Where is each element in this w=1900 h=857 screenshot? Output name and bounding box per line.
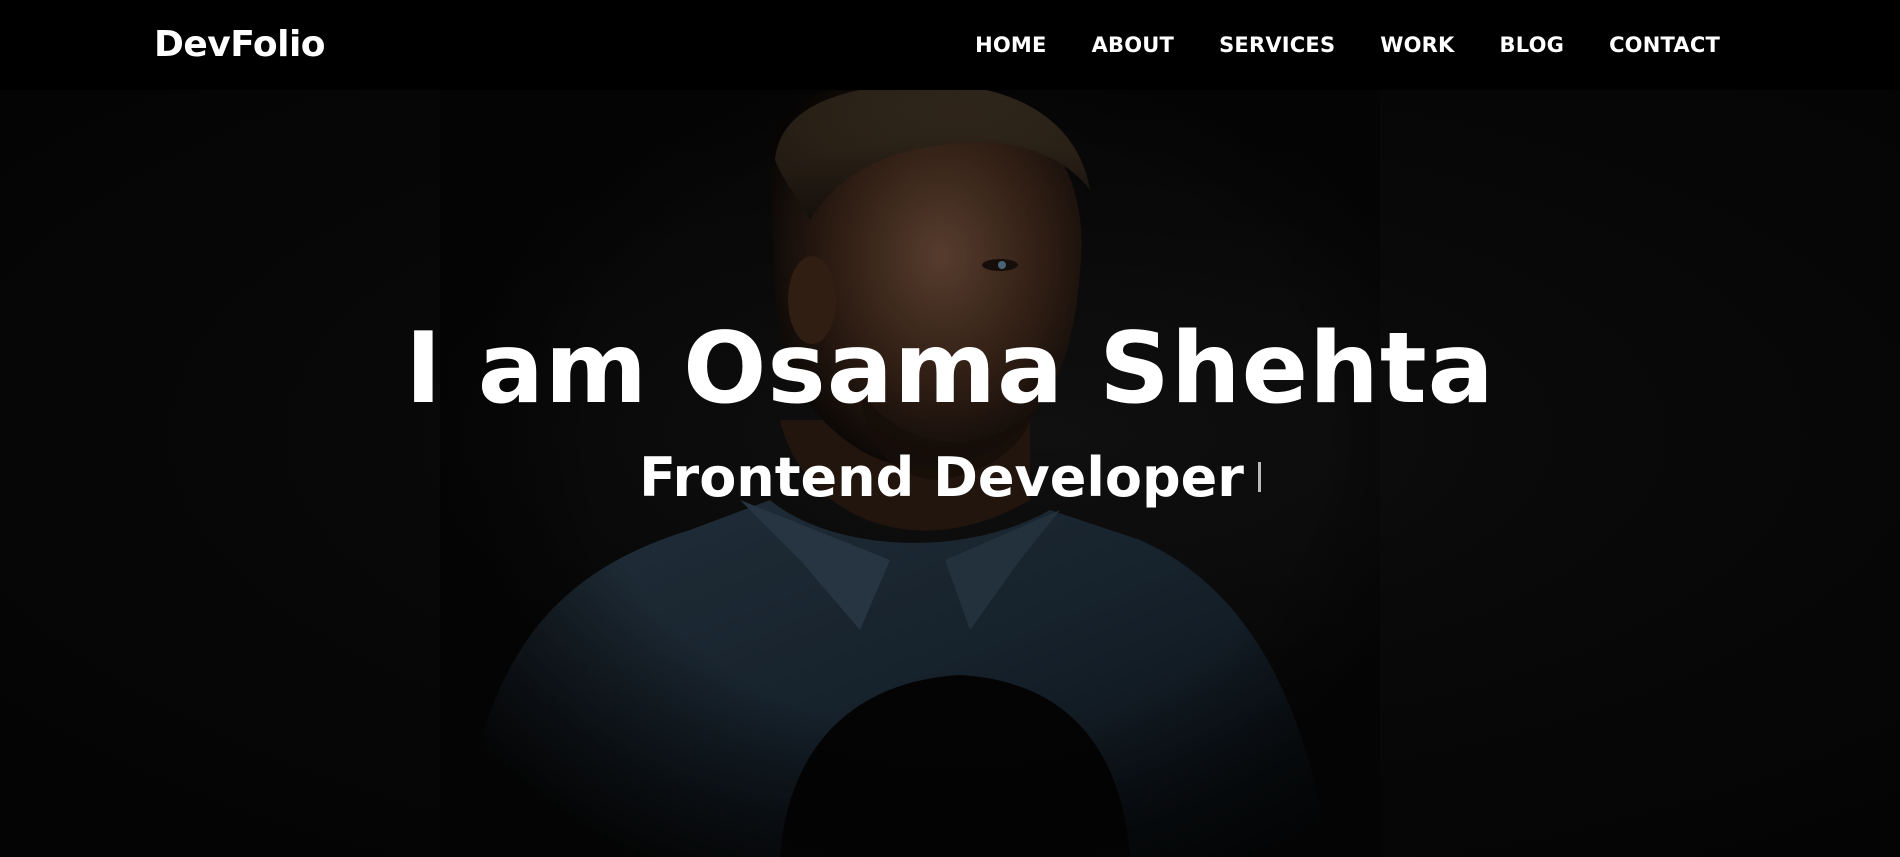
hero-subtitle-text: Frontend Developer — [639, 446, 1244, 509]
nav-blog[interactable]: BLOG — [1500, 33, 1565, 57]
nav-work[interactable]: WORK — [1380, 33, 1454, 57]
hero-title: I am Osama Shehta — [405, 312, 1495, 426]
hero-subtitle: Frontend Developer — [0, 446, 1900, 509]
typing-cursor — [1257, 462, 1261, 493]
nav-services[interactable]: SERVICES — [1219, 33, 1335, 57]
nav-contact[interactable]: CONTACT — [1609, 33, 1720, 57]
nav-menu: HOME ABOUT SERVICES WORK BLOG CONTACT — [975, 33, 1720, 57]
nav-about[interactable]: ABOUT — [1092, 33, 1175, 57]
navbar: DevFolio HOME ABOUT SERVICES WORK BLOG C… — [0, 0, 1900, 90]
nav-home[interactable]: HOME — [975, 33, 1046, 57]
brand-logo[interactable]: DevFolio — [154, 24, 326, 65]
page: DevFolio HOME ABOUT SERVICES WORK BLOG C… — [0, 0, 1900, 857]
hero-section: I am Osama Shehta Frontend Developer — [0, 90, 1900, 857]
